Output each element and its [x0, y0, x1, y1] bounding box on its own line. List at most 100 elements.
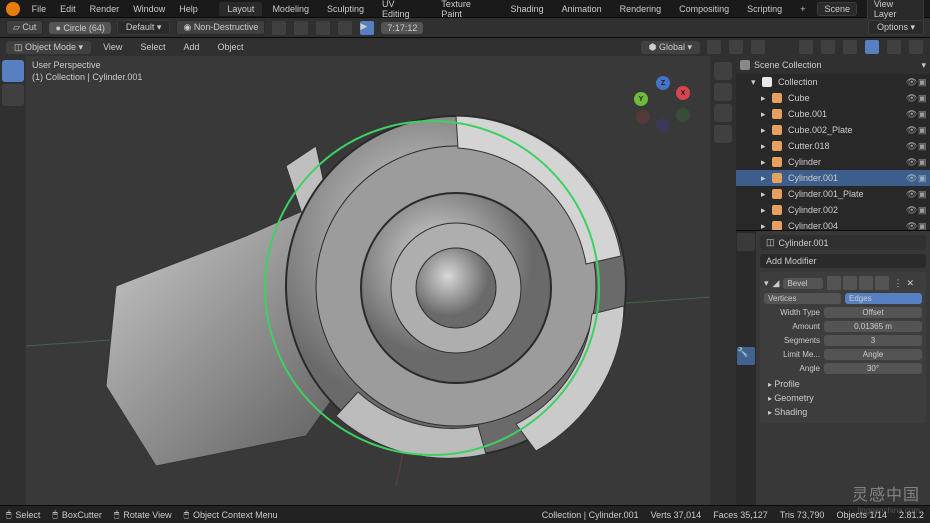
eye-icon[interactable]: 👁	[906, 77, 916, 87]
outliner-item[interactable]: ▸Cylinder.001_Plate👁▣	[736, 186, 930, 202]
workspace-layout[interactable]: Layout	[219, 2, 262, 16]
outliner-item[interactable]: ▸Cutter.018👁▣	[736, 138, 930, 154]
restrict-icon[interactable]: ▣	[918, 109, 928, 119]
restrict-icon[interactable]: ▣	[918, 77, 928, 87]
mod-edit-icon[interactable]	[843, 276, 857, 290]
bevel-edges[interactable]: Edges	[845, 293, 922, 304]
eye-icon[interactable]: 👁	[906, 189, 916, 199]
move-view-icon[interactable]	[714, 83, 732, 101]
tool-cursor-icon[interactable]	[2, 84, 24, 106]
disclosure-icon[interactable]: ▾	[751, 77, 759, 88]
tool-ico-3[interactable]	[316, 21, 330, 35]
eye-icon[interactable]: 👁	[906, 109, 916, 119]
sub-geometry[interactable]: ▸ Geometry	[764, 391, 922, 405]
tab-material-icon[interactable]	[737, 442, 755, 460]
shading-matprev-icon[interactable]	[887, 40, 901, 54]
gizmo-x[interactable]: X	[676, 86, 690, 100]
mod-name[interactable]: Bevel	[783, 278, 823, 289]
disclosure-icon[interactable]: ▸	[761, 141, 769, 152]
menu-file[interactable]: File	[26, 2, 53, 16]
mod-apply-icon[interactable]	[827, 276, 841, 290]
disclosure-icon[interactable]: ▸	[761, 157, 769, 168]
nav-gizmo[interactable]: X Y Z	[634, 76, 690, 132]
mod-display-icon[interactable]	[859, 276, 873, 290]
restrict-icon[interactable]: ▣	[918, 221, 928, 231]
shading-wire-icon[interactable]	[843, 40, 857, 54]
gizmo-neg-z[interactable]	[656, 118, 670, 132]
overlay-icon[interactable]	[799, 40, 813, 54]
tab-scene-icon[interactable]	[737, 290, 755, 308]
tab-render-icon[interactable]	[737, 233, 755, 251]
shading-solid-icon[interactable]	[865, 40, 879, 54]
workspace-modeling[interactable]: Modeling	[264, 2, 317, 16]
workspace-comp[interactable]: Compositing	[671, 2, 737, 16]
menu-edit[interactable]: Edit	[54, 2, 82, 16]
workspace-render[interactable]: Rendering	[612, 2, 670, 16]
menu-window[interactable]: Window	[127, 2, 171, 16]
tab-object-icon[interactable]	[737, 328, 755, 346]
restrict-icon[interactable]: ▣	[918, 157, 928, 167]
menu-view[interactable]: View	[97, 40, 128, 54]
outliner[interactable]: Scene Collection ▾ ▾Collection👁▣▸Cube👁▣▸…	[736, 56, 930, 231]
eye-icon[interactable]: 👁	[906, 93, 916, 103]
zoom-icon[interactable]	[714, 62, 732, 80]
orientation[interactable]: ⬢ Global ▾	[641, 41, 700, 54]
tool-ico-5[interactable]: ▶	[360, 21, 374, 35]
viewport-3d[interactable]: User Perspective (1) Collection | Cylind…	[26, 56, 710, 505]
eye-icon[interactable]: 👁	[906, 173, 916, 183]
mode-selector[interactable]: ◫ Object Mode ▾	[6, 41, 91, 54]
menu-help[interactable]: Help	[173, 2, 204, 16]
eye-icon[interactable]: 👁	[906, 125, 916, 135]
tab-modifier-icon[interactable]: 🔧	[737, 347, 755, 365]
bevel-angle[interactable]: 30°	[824, 363, 922, 374]
gizmo-y[interactable]: Y	[634, 92, 648, 106]
camera-icon[interactable]	[714, 104, 732, 122]
outliner-item[interactable]: ▾Collection👁▣	[736, 74, 930, 90]
sub-shading[interactable]: ▸ Shading	[764, 405, 922, 419]
bevel-amount[interactable]: 0.01365 m	[824, 321, 922, 332]
gizmo-neg-x[interactable]	[636, 110, 650, 124]
outliner-item[interactable]: ▸Cube👁▣	[736, 90, 930, 106]
menu-object[interactable]: Object	[211, 40, 249, 54]
mod-menu-icon[interactable]: ⋮	[893, 278, 902, 289]
workspace-script[interactable]: Scripting	[739, 2, 790, 16]
restrict-icon[interactable]: ▣	[918, 125, 928, 135]
bevel-limit[interactable]: Angle	[824, 349, 922, 360]
disclosure-icon[interactable]: ▸	[761, 173, 769, 184]
gizmo-z[interactable]: Z	[656, 76, 670, 90]
tool-circle[interactable]: ● Circle (64)	[49, 22, 110, 34]
eye-icon[interactable]: 👁	[906, 221, 916, 231]
persp-icon[interactable]	[714, 125, 732, 143]
menu-add[interactable]: Add	[177, 40, 205, 54]
restrict-icon[interactable]: ▣	[918, 189, 928, 199]
tool-cut[interactable]: ▱ Cut	[6, 20, 43, 35]
eye-icon[interactable]: 👁	[906, 157, 916, 167]
eye-icon[interactable]: 👁	[906, 141, 916, 151]
scene-selector[interactable]: Scene	[817, 2, 857, 16]
eye-icon[interactable]: 👁	[906, 205, 916, 215]
menu-select[interactable]: Select	[134, 40, 171, 54]
tool-ico-1[interactable]	[272, 21, 286, 35]
viewlayer-selector[interactable]: View Layer	[867, 0, 924, 21]
add-modifier-dropdown[interactable]: Add Modifier	[760, 254, 926, 268]
tool-mode[interactable]: ◉ Non-Destructive	[176, 20, 265, 35]
disclosure-icon[interactable]: ▸	[761, 93, 769, 104]
tab-viewlayer-icon[interactable]	[737, 271, 755, 289]
tool-options[interactable]: Options ▾	[868, 20, 924, 35]
outliner-item[interactable]: ▸Cube.001👁▣	[736, 106, 930, 122]
workspace-sculpting[interactable]: Sculpting	[319, 2, 372, 16]
tab-constraint-icon[interactable]	[737, 404, 755, 422]
tab-world-icon[interactable]	[737, 309, 755, 327]
pivot-icon[interactable]	[707, 40, 721, 54]
mod-expand-icon[interactable]: ▾	[764, 278, 769, 289]
bevel-vertices[interactable]: Vertices	[764, 293, 841, 304]
tab-physics-icon[interactable]	[737, 385, 755, 403]
disclosure-icon[interactable]: ▸	[761, 205, 769, 216]
outliner-item[interactable]: ▸Cylinder.002👁▣	[736, 202, 930, 218]
workspace-anim[interactable]: Animation	[554, 2, 610, 16]
tab-particle-icon[interactable]	[737, 366, 755, 384]
menu-render[interactable]: Render	[84, 2, 126, 16]
tool-boxcutter-icon[interactable]	[2, 60, 24, 82]
workspace-shading[interactable]: Shading	[503, 2, 552, 16]
shading-rendered-icon[interactable]	[909, 40, 923, 54]
